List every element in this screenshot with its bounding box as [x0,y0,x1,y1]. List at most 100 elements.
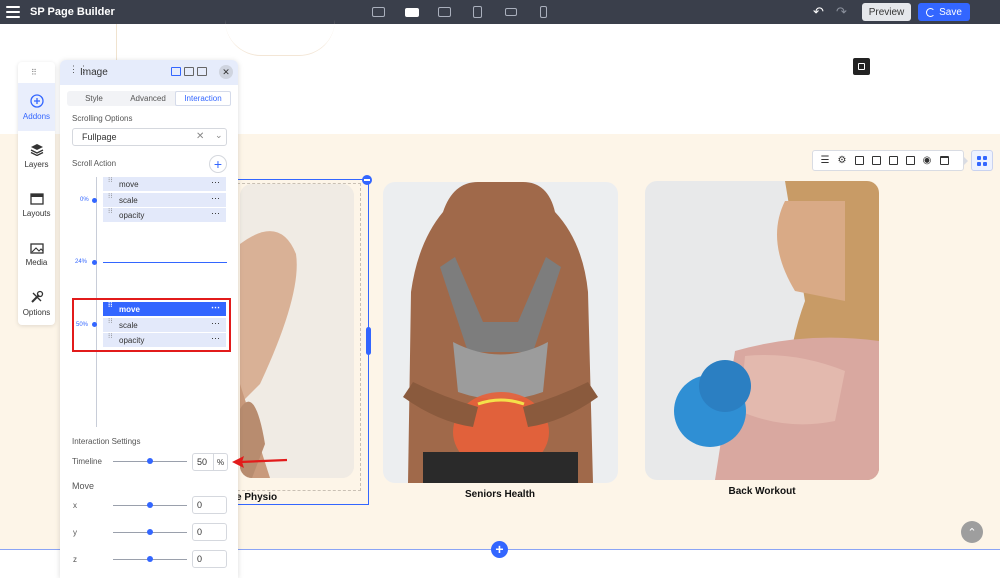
chevron-down-icon: ⌄ [215,130,223,140]
drag-handle-icon[interactable]: ⁝⁝ [108,177,112,184]
move-y-input[interactable]: 0 [192,523,227,541]
layers-icon [30,144,43,156]
back-workout-photo [645,181,879,480]
trash-icon[interactable] [936,153,952,169]
desktop-wide-icon[interactable] [362,4,395,20]
sidebar-item-label: Media [25,257,48,267]
builder-sidebar: ⠿ Addons Layers Layouts Media Options [18,62,55,325]
move-z-value: 0 [197,554,203,564]
desktop-icon[interactable] [395,4,428,20]
more-icon[interactable]: ⋯ [211,208,220,219]
panel-layout-switch [171,67,207,76]
duplicate-icon[interactable] [868,153,884,169]
move-z-slider-knob[interactable] [147,556,153,562]
move-x-input[interactable]: 0 [192,496,227,514]
more-icon[interactable]: ⋯ [211,177,220,188]
interaction-settings-label: Interaction Settings [72,437,141,446]
move-x-label: x [73,501,77,510]
scroll-action-label: Scroll Action [72,159,117,168]
scroll-action-row[interactable]: ⁝⁝ opacity ⋯ [103,208,226,222]
action-label: opacity [119,210,145,220]
tab-style[interactable]: Style [67,91,121,106]
gear-icon[interactable]: ⚙ [834,153,850,169]
toolbar-pointer [963,156,968,166]
mobile-icon[interactable] [527,4,560,20]
timeline-percent: 0% [80,197,89,203]
clear-icon[interactable]: ✕ [196,131,204,142]
save-button[interactable]: Save [918,3,970,21]
timeline-percent: 24% [75,259,88,265]
float-panel-icon[interactable] [171,67,181,76]
tab-interaction[interactable]: Interaction [175,91,231,106]
sidebar-item-label: Layouts [22,208,51,218]
app-title: SP Page Builder [30,6,115,18]
tools-icon [30,290,43,303]
timeline-slider-knob[interactable] [147,458,153,464]
undo-icon[interactable]: ↶ [813,4,824,20]
timeline-unit[interactable]: % [213,453,228,471]
preview-button[interactable]: Preview [862,3,911,21]
dock-right-icon[interactable] [197,67,207,76]
addon-toolbar: ☰ ⚙ ◉ [812,150,964,171]
sidebar-item-layers[interactable]: Layers [18,132,55,180]
grid-icon[interactable] [971,150,993,171]
plus-circle-icon [29,93,44,108]
timeline-value: 50 [197,457,208,467]
scrolling-options-label: Scrolling Options [72,114,133,123]
dock-left-icon[interactable] [184,67,194,76]
eye-icon[interactable]: ◉ [919,153,935,169]
menu-icon[interactable] [6,6,20,18]
move-z-label: z [73,555,77,564]
sidebar-item-options[interactable]: Options [18,279,55,327]
add-section-button[interactable]: + [491,541,508,558]
move-y-value: 0 [197,527,203,537]
tab-advanced[interactable]: Advanced [121,91,175,106]
drag-handle-icon[interactable]: ⠿ [31,68,38,77]
more-icon[interactable]: ⋯ [211,193,220,204]
layout-icon [29,192,44,205]
collapse-handle-icon[interactable] [362,175,372,185]
decorative-line [116,24,117,64]
scroll-action-row[interactable]: ⁝⁝ move ⋯ [103,177,226,191]
action-label: scale [119,195,138,205]
tablet-landscape-icon[interactable] [494,4,527,20]
card-label-physio: e Physio [236,492,278,503]
panel-tabs: Style Advanced Interaction [67,91,231,106]
save-label: Save [939,6,962,18]
rows-icon[interactable]: ☰ [817,153,833,169]
seniors-health-image[interactable] [383,182,618,483]
sidebar-item-addons[interactable]: Addons [18,83,55,131]
redo-icon[interactable]: ↷ [836,4,847,20]
scrolling-options-select[interactable]: Fullpage ✕ ⌄ [72,128,227,146]
card-label-seniors-health: Seniors Health [464,489,536,500]
highlight-annotation-box [72,298,231,352]
timeline-value-input[interactable]: 50 [192,453,214,471]
scroll-top-button[interactable]: ⌃ [961,521,983,543]
seniors-health-photo [383,182,618,483]
add-scroll-action-button[interactable]: + [209,155,227,173]
sidebar-item-layouts[interactable]: Layouts [18,181,55,229]
panel-title: Image [80,67,108,78]
close-icon[interactable]: ✕ [219,65,233,79]
sidebar-item-media[interactable]: Media [18,230,55,278]
save-addon-icon[interactable] [851,153,867,169]
laptop-icon[interactable] [428,4,461,20]
square-addon-icon[interactable] [853,58,870,75]
move-y-label: y [73,528,77,537]
card-label-back-workout: Back Workout [728,486,796,497]
drag-handle-icon[interactable]: ⁝⁝ [108,193,112,200]
timeline-point[interactable] [92,198,97,203]
back-workout-image[interactable] [645,181,879,480]
move-z-input[interactable]: 0 [192,550,227,568]
timeline-point[interactable] [92,260,97,265]
paste-icon[interactable] [902,153,918,169]
move-x-slider-knob[interactable] [147,502,153,508]
tablet-icon[interactable] [461,4,494,20]
move-label: Move [72,481,95,491]
drag-handle-icon[interactable]: ⁝⁝ [108,208,112,215]
resize-handle[interactable] [366,327,371,355]
copy-icon[interactable] [885,153,901,169]
timeline-marker-line [103,262,227,263]
scroll-action-row[interactable]: ⁝⁝ scale ⋯ [103,193,226,207]
move-y-slider-knob[interactable] [147,529,153,535]
